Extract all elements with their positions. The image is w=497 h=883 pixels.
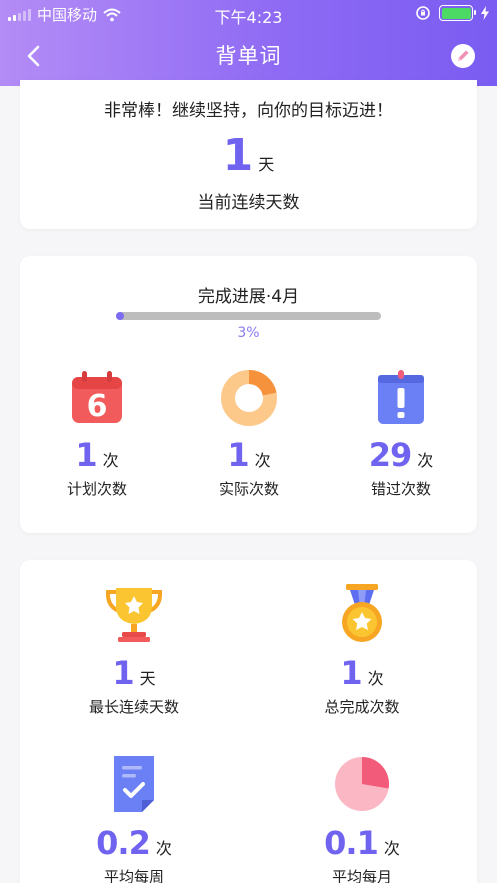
edit-button[interactable] — [451, 44, 475, 68]
weekly-average-label: 平均每周 — [103, 868, 164, 883]
exclamation-clipboard-icon — [378, 370, 424, 424]
monthly-average-unit: 次 — [383, 839, 400, 858]
trophy-icon — [105, 588, 163, 642]
streak-card: 非常棒！继续坚持，向你的目标迈进！ 1天 当前连续天数 — [20, 80, 477, 229]
planned-count-label: 计划次数 — [66, 480, 127, 498]
pie-chart-icon — [335, 757, 389, 811]
monthly-average-stat: 0.1 次 平均每月 — [292, 752, 432, 883]
progress-bar — [116, 312, 381, 320]
current-streak: 1天 — [20, 130, 477, 181]
missed-count-label: 错过次数 — [370, 480, 431, 498]
svg-text:6: 6 — [87, 389, 108, 424]
donut-chart-icon — [221, 370, 277, 426]
total-completed-value: 1 — [340, 654, 362, 692]
summary-card: 1天 最长连续天数 1次 总完成次数 0.2 次 平均每周 0.1 次 平均每月 — [20, 560, 477, 883]
charging-icon — [481, 6, 489, 20]
longest-streak-label: 最长连续天数 — [88, 698, 179, 716]
total-completed-stat: 1次 总完成次数 — [292, 582, 432, 717]
current-streak-value: 1 — [222, 130, 254, 181]
planned-count-stat: 6 1次 计划次数 — [27, 368, 167, 499]
total-completed-unit: 次 — [367, 669, 384, 688]
missed-count-stat: 29 次 错过次数 — [331, 368, 471, 499]
progress-card: 完成进展·4月 3% 6 1次 计划次数 1次 实际次数 29 次 错过次数 — [20, 256, 477, 533]
medal-icon — [342, 584, 382, 642]
weekly-average-stat: 0.2 次 平均每周 — [64, 752, 204, 883]
page-title: 背单词 — [215, 44, 282, 68]
progress-title: 完成进展·4月 — [197, 287, 300, 307]
weekly-average-value: 0.2 — [96, 824, 151, 862]
header: 中国移动 下午4:23 背单词 — [0, 0, 497, 86]
current-streak-label: 当前连续天数 — [197, 193, 300, 213]
monthly-average-label: 平均每月 — [331, 868, 392, 883]
missed-count-value: 29 — [368, 436, 413, 474]
orientation-lock-icon — [416, 6, 430, 20]
progress-bar-fill — [116, 312, 124, 320]
longest-streak-unit: 天 — [139, 669, 156, 688]
longest-streak-stat: 1天 最长连续天数 — [64, 582, 204, 717]
current-streak-unit: 天 — [258, 155, 275, 174]
status-bar: 中国移动 下午4:23 — [0, 0, 497, 28]
progress-percent: 3% — [237, 325, 260, 341]
checklist-icon — [114, 756, 154, 812]
planned-count-unit: 次 — [102, 451, 119, 470]
calendar-6-icon: 6 — [72, 371, 122, 424]
motto-text: 非常棒！继续坚持，向你的目标迈进！ — [104, 101, 393, 121]
total-completed-label: 总完成次数 — [324, 698, 400, 716]
longest-streak-value: 1 — [112, 654, 134, 692]
monthly-average-value: 0.1 — [324, 824, 379, 862]
actual-count-stat: 1次 实际次数 — [179, 368, 319, 499]
actual-count-label: 实际次数 — [218, 480, 279, 498]
weekly-average-unit: 次 — [155, 839, 172, 858]
missed-count-unit: 次 — [417, 451, 434, 470]
actual-count-unit: 次 — [254, 451, 271, 470]
actual-count-value: 1 — [227, 436, 249, 474]
planned-count-value: 1 — [75, 436, 97, 474]
pencil-icon — [458, 50, 469, 61]
battery-icon — [439, 5, 476, 21]
